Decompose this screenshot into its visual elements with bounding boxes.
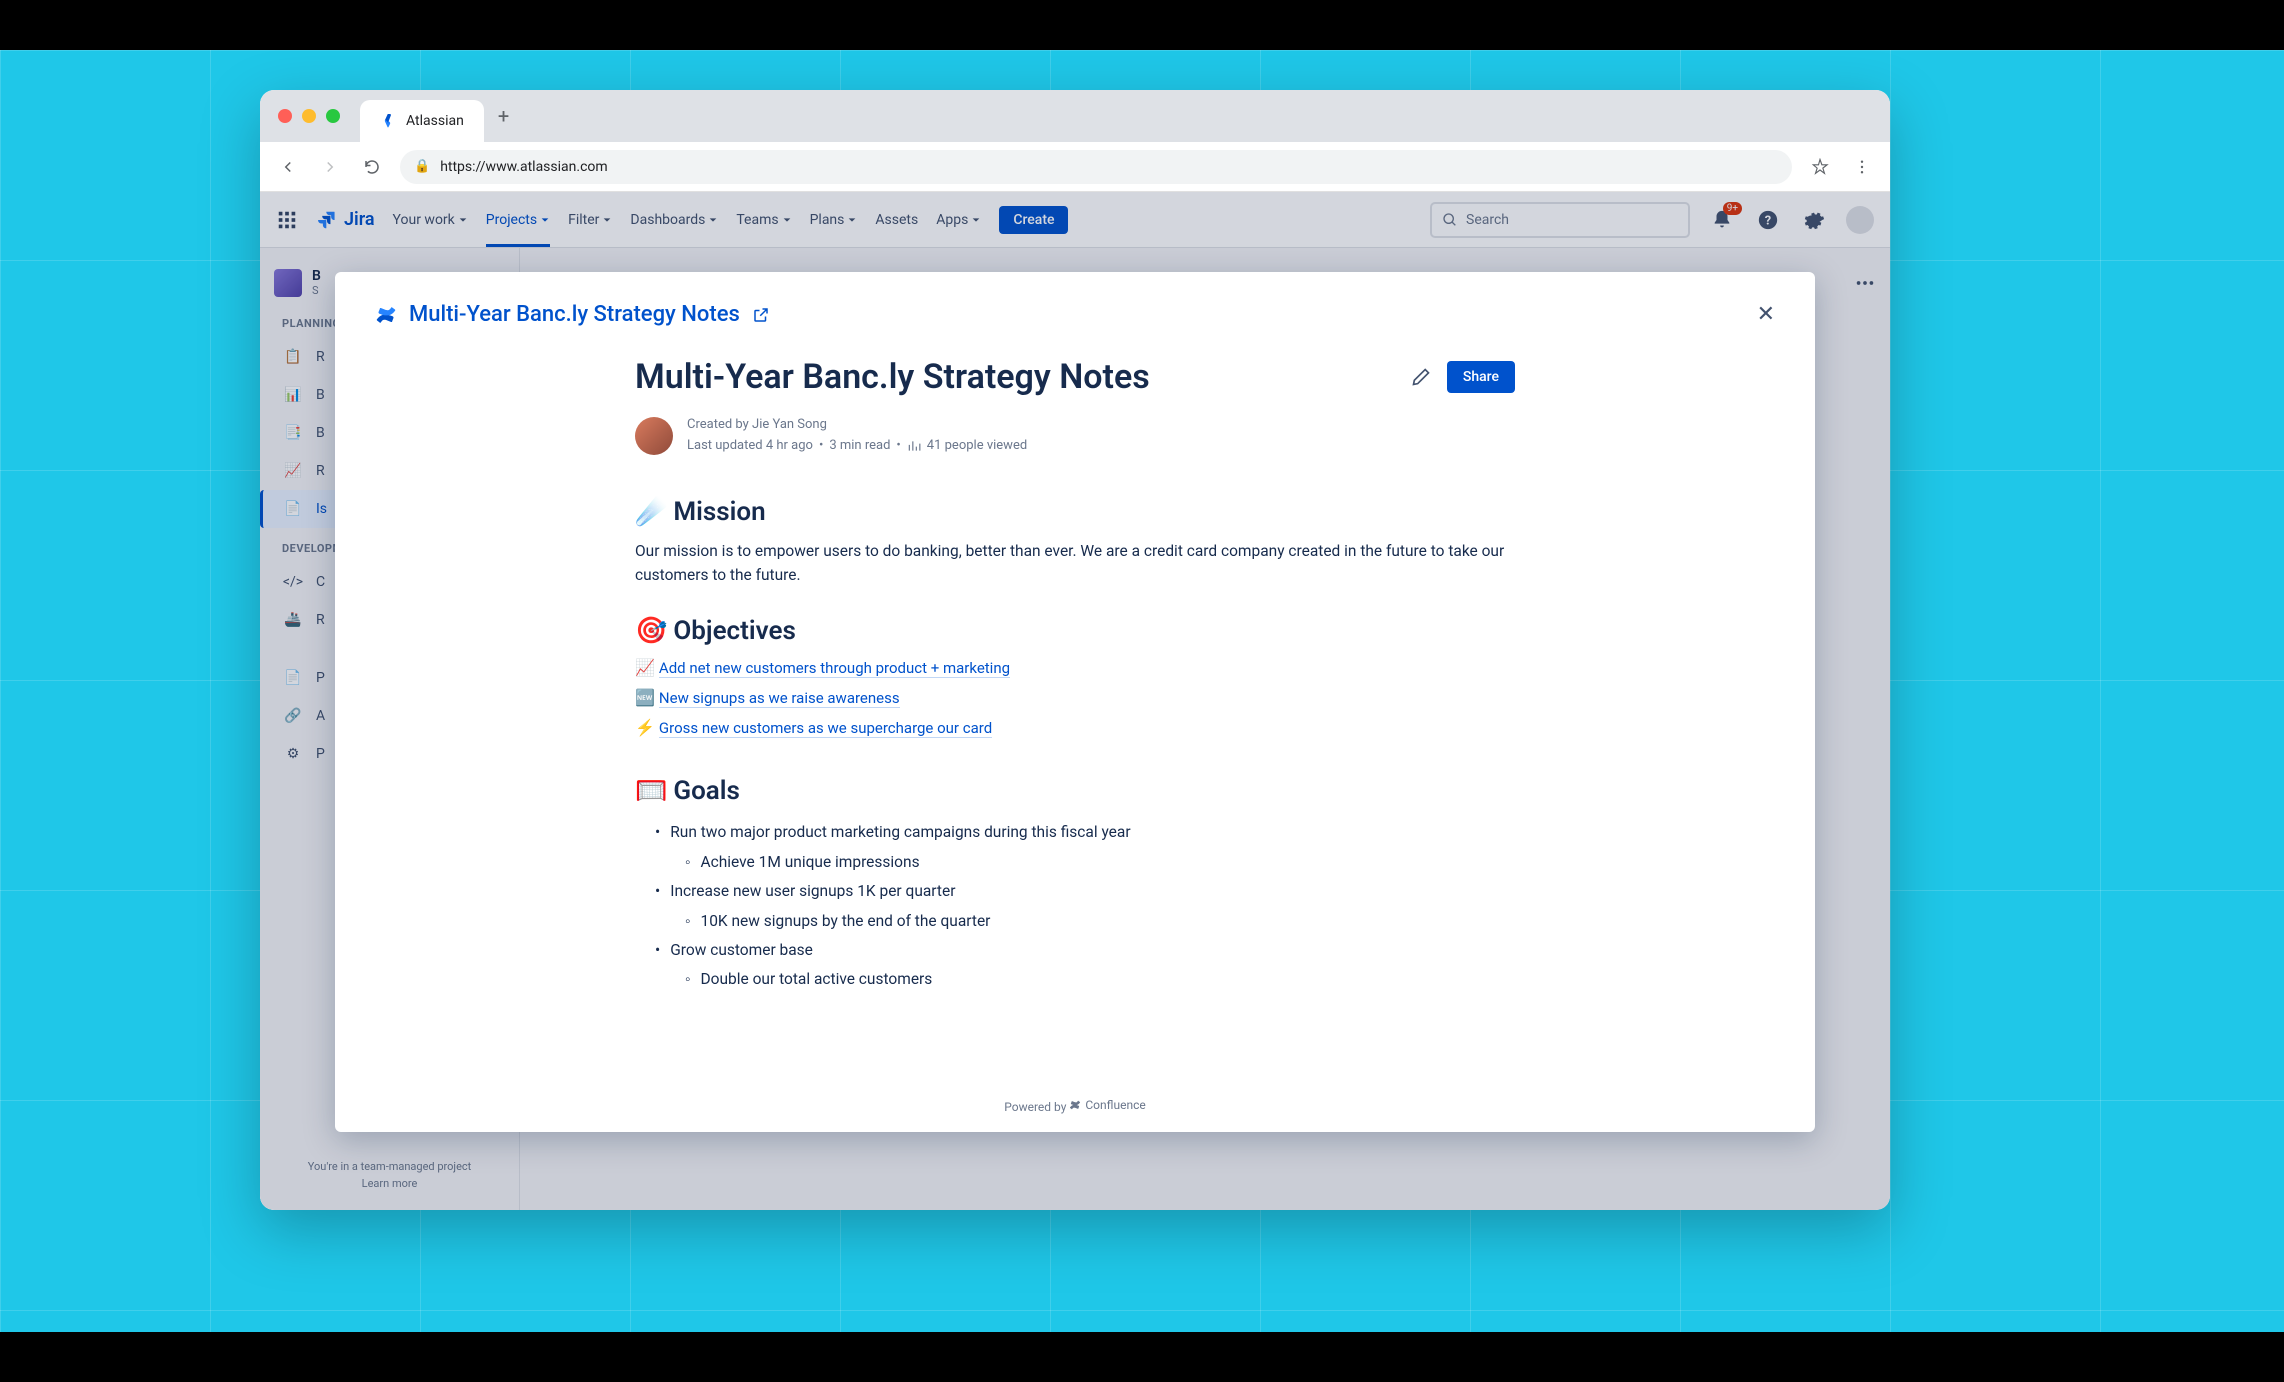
objectives-section: 🎯Objectives 📈Add net new customers throu…: [635, 616, 1515, 748]
close-window-button[interactable]: [278, 109, 292, 123]
goal-item: Run two major product marketing campaign…: [655, 818, 1515, 847]
goals-section: 🥅Goals Run two major product marketing c…: [635, 776, 1515, 995]
modal-header: Multi-Year Banc.ly Strategy Notes ✕: [375, 302, 1775, 327]
mission-heading: Mission: [673, 497, 765, 527]
window-controls: [278, 109, 340, 123]
read-time: 3 min read: [829, 436, 890, 457]
new-tab-button[interactable]: +: [498, 104, 509, 128]
confluence-icon: [1069, 1099, 1081, 1111]
browser-menu-button[interactable]: [1848, 153, 1876, 181]
tab-title: Atlassian: [406, 113, 464, 129]
last-updated: Last updated 4 hr ago: [687, 436, 813, 457]
goals-emoji: 🥅: [635, 776, 667, 806]
goals-heading: Goals: [673, 776, 740, 806]
mission-section: ☄️Mission Our mission is to empower user…: [635, 497, 1515, 589]
lock-icon: 🔒: [414, 159, 430, 174]
minimize-window-button[interactable]: [302, 109, 316, 123]
bookmark-button[interactable]: [1806, 153, 1834, 181]
goal-item: Grow customer base: [655, 936, 1515, 965]
modal-title-link[interactable]: Multi-Year Banc.ly Strategy Notes: [409, 302, 740, 327]
goal-subitem: 10K new signups by the end of the quarte…: [655, 907, 1515, 936]
app-content: Jira Your work Projects Filter Dashboard…: [260, 192, 1890, 1210]
reload-button[interactable]: [358, 153, 386, 181]
objective-link[interactable]: Gross new customers as we supercharge ou…: [659, 719, 992, 738]
mission-emoji: ☄️: [635, 497, 667, 527]
forward-button[interactable]: [316, 153, 344, 181]
objectives-emoji: 🎯: [635, 616, 667, 646]
author-line: Created by Jie Yan Song: [687, 415, 1027, 436]
close-modal-button[interactable]: ✕: [1757, 302, 1775, 327]
page-title: Multi-Year Banc.ly Strategy Notes: [635, 357, 1395, 397]
edit-button[interactable]: [1411, 367, 1431, 387]
atlassian-logo-icon: [380, 113, 396, 129]
url-text: https://www.atlassian.com: [440, 159, 607, 175]
objective-link[interactable]: New signups as we raise awareness: [659, 689, 900, 708]
goal-item: Increase new user signups 1K per quarter: [655, 877, 1515, 906]
browser-tab-bar: Atlassian +: [260, 90, 1890, 142]
browser-window: Atlassian + 🔒 https://www.atlassian.com …: [260, 90, 1890, 1210]
back-button[interactable]: [274, 153, 302, 181]
browser-tab[interactable]: Atlassian: [360, 100, 484, 142]
goal-subitem: Achieve 1M unique impressions: [655, 848, 1515, 877]
objective-link[interactable]: Add net new customers through product + …: [659, 659, 1010, 678]
author-avatar[interactable]: [635, 417, 673, 455]
external-link-icon[interactable]: [752, 306, 770, 324]
url-input[interactable]: 🔒 https://www.atlassian.com: [400, 150, 1792, 184]
share-button[interactable]: Share: [1447, 361, 1515, 393]
confluence-page-modal: Multi-Year Banc.ly Strategy Notes ✕ Mult…: [335, 272, 1815, 1132]
analytics-icon: [907, 439, 921, 453]
byline: Created by Jie Yan Song Last updated 4 h…: [635, 415, 1515, 457]
address-bar: 🔒 https://www.atlassian.com: [260, 142, 1890, 192]
goal-subitem: Double our total active customers: [655, 965, 1515, 994]
mission-body: Our mission is to empower users to do ba…: [635, 539, 1515, 589]
confluence-icon: [375, 304, 397, 326]
maximize-window-button[interactable]: [326, 109, 340, 123]
modal-footer: Powered by Confluence: [335, 1098, 1815, 1114]
objectives-heading: Objectives: [673, 616, 795, 646]
view-count: 41 people viewed: [927, 436, 1027, 457]
